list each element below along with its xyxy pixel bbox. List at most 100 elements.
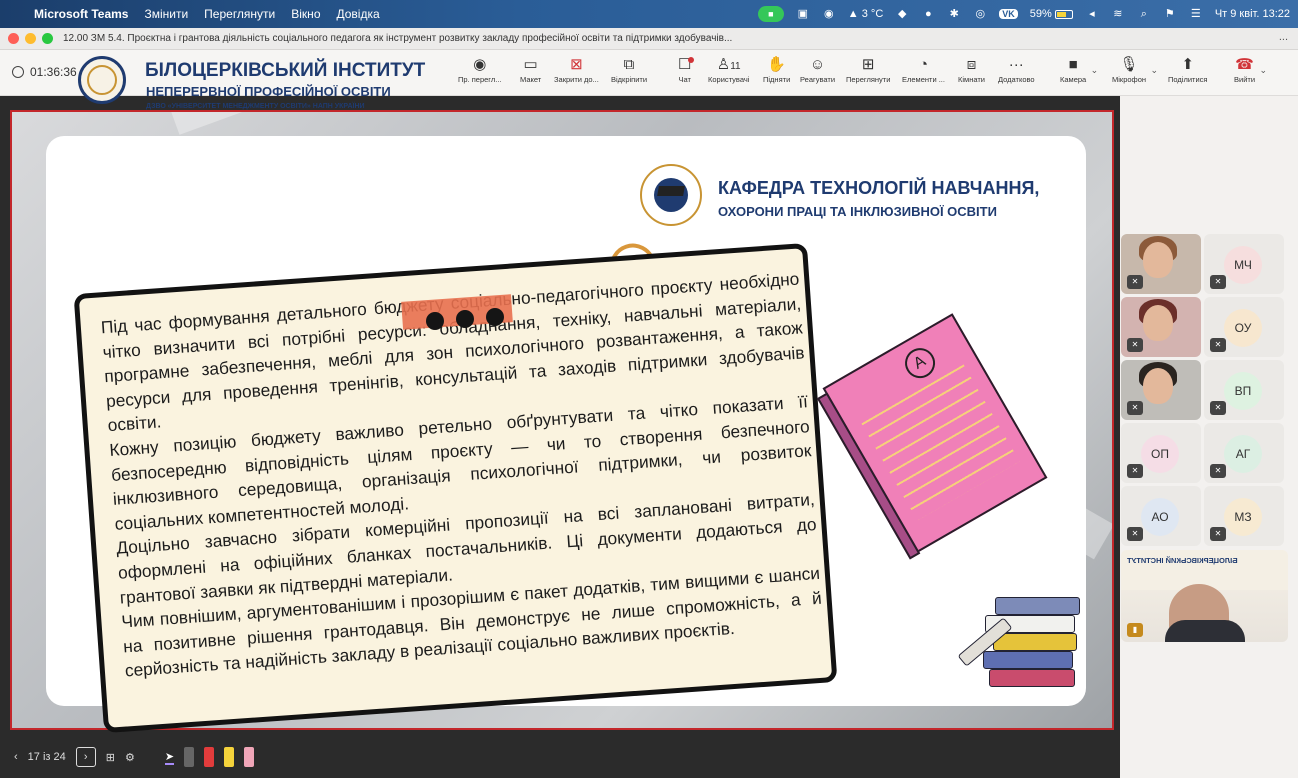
control-center-icon[interactable]: ☰: [1189, 7, 1203, 21]
raise-hand-button[interactable]: ✋ Підняти: [763, 55, 790, 93]
share-icon: ⬆: [1181, 56, 1195, 73]
battery-icon: [1054, 9, 1073, 19]
menu-edit[interactable]: Змінити: [144, 7, 188, 21]
book: [983, 651, 1073, 669]
bluetooth-icon[interactable]: ✱: [947, 7, 961, 21]
close-share-label: Закрити до...: [554, 75, 599, 84]
apps-button[interactable]: ◔ Елементи ...: [902, 55, 945, 93]
rooms-label: Кімнати: [958, 75, 985, 84]
participant-avatar: ОП: [1141, 435, 1179, 473]
avatar-initials: МЧ: [1234, 258, 1252, 272]
spotlight-search-icon[interactable]: ⌕: [1137, 7, 1151, 21]
red-pen-tool-icon[interactable]: [204, 747, 215, 767]
presenter-view-button[interactable]: ◉ Пр. перегл...: [458, 55, 502, 93]
react-icon: ☺: [809, 56, 826, 73]
share-button[interactable]: ⬆ Поділитися: [1168, 55, 1207, 93]
battery-indicator[interactable]: 59%: [1030, 8, 1073, 20]
participant-tile[interactable]: ОП ✕: [1121, 423, 1201, 483]
menu-window[interactable]: Вікно: [291, 7, 320, 21]
more-options-button[interactable]: ··· Додатково: [998, 55, 1035, 93]
mic-button[interactable]: 🎙 Мікрофон ⌄: [1112, 55, 1158, 93]
more-options-label: Додатково: [998, 75, 1035, 84]
layout-button[interactable]: ▭ Макет: [520, 55, 541, 93]
people-label: Користувачі: [708, 75, 750, 84]
tape-hole: [486, 308, 504, 326]
close-share-button[interactable]: ⊠ Закрити до...: [554, 55, 599, 93]
mic-off-icon: ✕: [1210, 338, 1226, 352]
participant-tile[interactable]: АО ✕: [1121, 486, 1201, 546]
avatar-initials: МЗ: [1234, 510, 1252, 524]
grid-view-icon[interactable]: ⊞: [106, 751, 115, 764]
flag-icon[interactable]: ⚑: [1163, 7, 1177, 21]
camera-chevron-down-icon[interactable]: ⌄: [1091, 65, 1099, 76]
camera-button[interactable]: ■ Камера ⌄: [1060, 55, 1098, 93]
react-button[interactable]: ☺ Реагувати: [800, 55, 835, 93]
menu-app-name[interactable]: Microsoft Teams: [34, 7, 128, 21]
leave-chevron-down-icon[interactable]: ⌄: [1259, 65, 1267, 76]
raise-hand-label: Підняти: [763, 75, 791, 84]
participant-video-tile[interactable]: ✕: [1121, 234, 1201, 294]
rooms-icon: ⧈: [966, 56, 977, 73]
menubar-clock[interactable]: Чт 9 квіт. 13:22: [1215, 8, 1290, 20]
vk-icon[interactable]: VK: [999, 9, 1018, 19]
view-label: Переглянути: [846, 75, 891, 84]
close-window-button[interactable]: [8, 33, 19, 44]
unpin-button[interactable]: ⧉ Відкріпити: [611, 55, 647, 93]
participant-face: [1143, 368, 1173, 404]
title-more-icon[interactable]: ...: [1279, 31, 1288, 43]
next-slide-button[interactable]: ›: [75, 747, 96, 767]
vpn-icon[interactable]: ●: [921, 7, 935, 21]
department-logo: [640, 164, 702, 226]
accessibility-icon[interactable]: ◎: [973, 7, 987, 21]
weather-temperature[interactable]: ▲ 3 °C: [848, 8, 883, 20]
mic-label: Мікрофон: [1112, 75, 1147, 84]
view-button[interactable]: ⊞ Переглянути: [846, 55, 890, 93]
participant-video-tile[interactable]: ✕: [1121, 360, 1201, 420]
fullscreen-window-button[interactable]: [42, 33, 53, 44]
participant-tile[interactable]: ВП ✕: [1204, 360, 1284, 420]
previous-slide-button[interactable]: ‹: [14, 751, 18, 763]
chat-button[interactable]: ☐ Чат: [678, 55, 696, 93]
mirrored-slide-title: БІЛОЦЕРКІВСЬКИЙ ІНСТИТУТ: [1127, 556, 1238, 565]
pen-tool-icon[interactable]: [184, 747, 195, 767]
eye-icon: ◉: [473, 56, 487, 73]
slide-body-text: Під час формування детального бюджету со…: [100, 267, 824, 684]
menu-help[interactable]: Довідка: [337, 7, 380, 21]
participant-tile[interactable]: АГ ✕: [1204, 423, 1284, 483]
participant-tile[interactable]: МЗ ✕: [1204, 486, 1284, 546]
participant-video-tile[interactable]: ✕: [1121, 297, 1201, 357]
mic-off-icon: ✕: [1127, 275, 1143, 289]
wifi-icon[interactable]: ≋: [1111, 7, 1125, 21]
leave-button[interactable]: ☎ Вийти ⌄: [1234, 55, 1267, 93]
minimize-window-button[interactable]: [25, 33, 36, 44]
menu-view[interactable]: Переглянути: [204, 7, 275, 21]
camera-in-use-icon[interactable]: ■: [757, 6, 784, 22]
focus-icon[interactable]: ◉: [822, 7, 836, 21]
participant-tile[interactable]: МЧ ✕: [1204, 234, 1284, 294]
institute-subtitle: НЕПЕРЕРВНОЇ ПРОФЕСІЙНОЇ ОСВІТИ: [146, 84, 391, 99]
presenter-video-tile[interactable]: БІЛОЦЕРКІВСЬКИЙ ІНСТИТУТ ▮: [1121, 550, 1288, 642]
mic-chevron-down-icon[interactable]: ⌄: [1150, 65, 1158, 76]
participant-avatar: ОУ: [1224, 309, 1262, 347]
extension-icon[interactable]: ◂: [1085, 7, 1099, 21]
participant-avatar: МЧ: [1224, 246, 1262, 284]
battery-percent: 59%: [1029, 8, 1052, 20]
people-count: 11: [730, 61, 741, 72]
mic-off-icon: ✕: [1127, 338, 1143, 352]
avatar-initials: ОП: [1151, 447, 1169, 461]
people-button[interactable]: ♙11 Користувачі: [708, 55, 749, 93]
apps-label: Елементи ...: [902, 75, 945, 84]
rooms-button[interactable]: ⧈ Кімнати: [958, 55, 985, 93]
book: [995, 597, 1080, 615]
pointer-tool-icon[interactable]: ➤: [164, 750, 175, 765]
highlighter-tool-icon[interactable]: [224, 747, 235, 767]
settings-sliders-icon[interactable]: ⚙: [125, 751, 135, 764]
screen-record-icon[interactable]: ▣: [796, 7, 810, 21]
shield-icon[interactable]: ◆: [895, 7, 909, 21]
participant-avatar: МЗ: [1224, 498, 1262, 536]
eraser-tool-icon[interactable]: [244, 747, 255, 767]
leave-label: Вийти: [1234, 75, 1256, 84]
mic-off-icon: ✕: [1210, 401, 1226, 415]
participant-face: [1143, 242, 1173, 278]
participant-tile[interactable]: ОУ ✕: [1204, 297, 1284, 357]
